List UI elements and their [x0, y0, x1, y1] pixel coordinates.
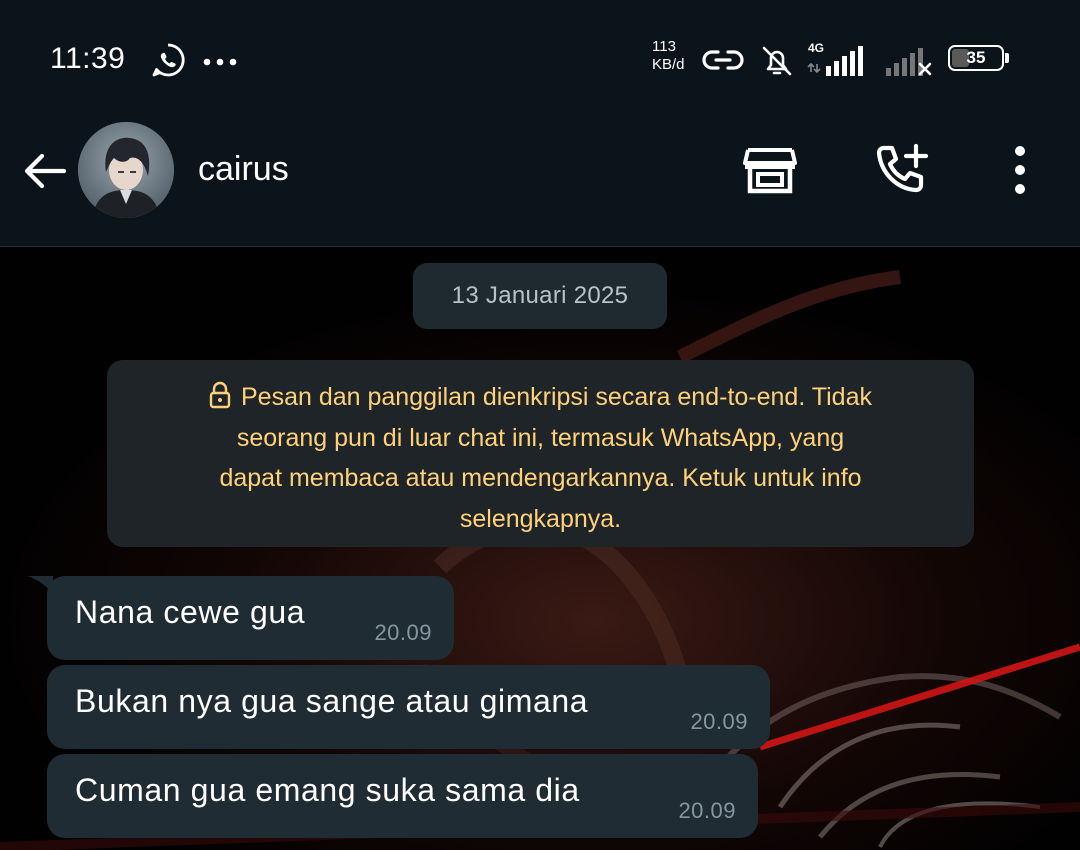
network-speed: 113 KB/d	[652, 38, 685, 74]
network-type: 4G	[808, 41, 824, 55]
contact-name[interactable]: cairus	[198, 150, 289, 189]
encryption-notice-line-2: seorang pun di luar chat ini, termasuk W…	[236, 423, 845, 452]
battery-percent: 35	[966, 48, 986, 67]
signal-no-service-icon	[886, 48, 932, 76]
battery-icon: 35	[948, 45, 1010, 73]
chat-header: cairus	[0, 120, 1080, 247]
message-time: 20.09	[374, 620, 432, 645]
hotspot-icon	[702, 50, 744, 70]
message-bubble[interactable]: Nana cewe gua 20.09	[47, 576, 454, 660]
message-text: Cuman gua emang suka sama dia	[75, 772, 580, 808]
message-bubble[interactable]: Cuman gua emang suka sama dia 20.09	[47, 754, 758, 838]
lock-icon	[209, 381, 231, 409]
message-text: Bukan nya gua sange atau gimana	[75, 683, 589, 719]
add-call-icon[interactable]	[872, 140, 932, 200]
back-arrow-icon[interactable]	[20, 146, 70, 196]
signal-4g-icon: 4G	[806, 40, 876, 78]
encryption-notice-line-1: Pesan dan panggilan dienkripsi secara en…	[241, 383, 872, 411]
encryption-notice-line-4: selengkapnya.	[459, 504, 622, 533]
avatar[interactable]	[78, 122, 174, 218]
status-bar: 11:39 113 KB/d 4G 35	[0, 0, 1080, 120]
encryption-notice[interactable]: Pesan dan panggilan dienkripsi secara en…	[107, 360, 974, 547]
chat-area[interactable]: 13 Januari 2025 Pesan dan panggilan dien…	[0, 247, 1080, 850]
network-speed-unit: KB/d	[652, 56, 685, 73]
store-icon[interactable]	[740, 140, 800, 200]
whatsapp-icon	[152, 43, 185, 77]
notifications-muted-icon	[762, 46, 792, 76]
message-text: Nana cewe gua	[75, 594, 306, 630]
more-vertical-icon[interactable]	[990, 140, 1050, 200]
more-notifications-icon	[203, 58, 237, 66]
network-speed-value: 113	[652, 38, 676, 55]
message-time: 20.09	[690, 709, 748, 734]
status-time: 11:39	[50, 42, 126, 75]
message-bubble[interactable]: Bukan nya gua sange atau gimana 20.09	[47, 665, 770, 749]
message-time: 20.09	[678, 798, 736, 823]
encryption-notice-line-3: dapat membaca atau mendengarkannya. Ketu…	[219, 464, 862, 492]
date-chip: 13 Januari 2025	[413, 263, 667, 329]
